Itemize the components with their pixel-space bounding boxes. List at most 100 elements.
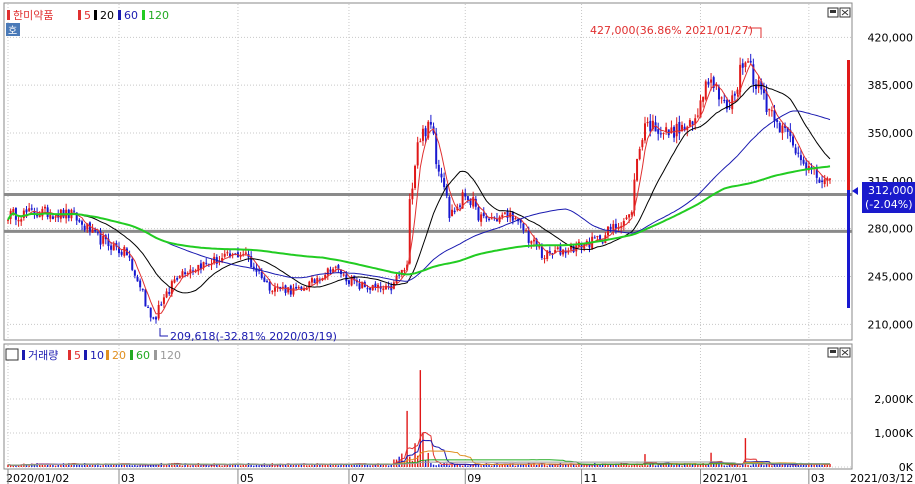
candle-body: [688, 120, 691, 127]
volume-bar: [461, 465, 464, 467]
ma5-label: 5: [84, 9, 91, 22]
vma10-label: 10: [90, 349, 104, 362]
volume-bar: [789, 465, 792, 467]
candle-body: [149, 307, 152, 318]
volume-bar: [739, 465, 741, 467]
volume-bar: [451, 464, 453, 467]
candle-body: [326, 268, 329, 276]
volume-bar: [771, 465, 773, 467]
range-bar-up: [847, 60, 850, 190]
candle-body: [802, 159, 805, 164]
candle-body: [384, 285, 387, 290]
x-tick-label: 05: [240, 472, 254, 484]
volume-bar: [319, 464, 321, 467]
candle-body: [791, 136, 794, 146]
volume-bar: [546, 465, 548, 467]
candle-body: [781, 125, 784, 133]
low-annotation: 209,618(-32.81% 2020/03/19): [170, 330, 337, 343]
range-bar-down: [847, 190, 850, 308]
volume-bar: [9, 465, 12, 467]
candle-body: [638, 149, 641, 160]
volume-bar: [768, 464, 770, 467]
volume-bar: [448, 465, 451, 467]
candle-body: [263, 277, 266, 282]
volume-bar: [86, 464, 88, 467]
volume-bar: [409, 456, 411, 467]
volume-tick-label: 2,000K: [874, 393, 913, 406]
volume-bar: [784, 464, 786, 467]
candle-body: [54, 216, 57, 218]
candle-body: [794, 147, 797, 154]
candle-body: [625, 217, 628, 220]
volume-bar: [710, 452, 712, 467]
stock-chart[interactable]: 420,000385,000350,000315,000280,000245,0…: [0, 0, 915, 484]
volume-bar: [435, 465, 437, 467]
volume-bar: [816, 464, 818, 467]
candle-body: [310, 278, 313, 283]
candle-body: [162, 297, 165, 304]
candle-body: [736, 89, 739, 94]
volume-bar: [705, 464, 707, 467]
candle-body: [139, 280, 142, 288]
candle-body: [73, 210, 76, 212]
candle-body: [102, 235, 105, 244]
volume-bar: [401, 453, 403, 467]
volume-bar: [147, 465, 149, 467]
candle-body: [501, 214, 504, 217]
candle-body: [723, 99, 726, 102]
candle-body: [165, 291, 168, 298]
volume-bar: [268, 465, 271, 467]
volume-bar: [802, 464, 805, 467]
candle-body: [646, 121, 649, 124]
candle-body: [329, 269, 332, 272]
volume-bar: [575, 465, 577, 467]
volume-bar: [189, 465, 192, 467]
candle-body: [266, 280, 269, 282]
candle-body: [543, 258, 546, 260]
high-annotation: 427,000(36.86% 2021/01/27): [590, 24, 753, 37]
candle-body: [382, 288, 385, 291]
volume-bar: [266, 465, 268, 467]
volume-bar: [670, 464, 673, 467]
restore-button-inner: [830, 10, 836, 13]
candle-body: [334, 266, 337, 268]
candle-body: [490, 218, 493, 220]
x-tick-label: 07: [351, 472, 365, 484]
candle-body: [559, 246, 562, 255]
candle-body: [131, 259, 134, 270]
candle-body: [157, 304, 160, 319]
volume-bar: [366, 464, 369, 467]
vma5-swatch: [68, 350, 71, 360]
candle-body: [482, 213, 485, 217]
volume-marker-box[interactable]: [5, 348, 19, 361]
volume-bar: [591, 465, 593, 467]
candle-body: [178, 276, 181, 279]
candle-body: [498, 216, 501, 223]
candle-body: [424, 128, 427, 137]
volume-bar: [747, 465, 749, 467]
candle-body: [522, 223, 525, 231]
volume-bar: [551, 464, 554, 467]
volume-bar: [406, 410, 408, 467]
candle-body: [28, 208, 31, 212]
candle-body: [244, 252, 247, 254]
volume-bar: [131, 465, 133, 467]
volume-bar: [295, 464, 297, 467]
candle-body: [453, 210, 456, 213]
volume-bar: [419, 370, 422, 467]
candle-body: [662, 133, 665, 135]
candle-body: [160, 304, 163, 306]
volume-bar: [583, 465, 585, 467]
price-tick-label: 280,000: [868, 223, 914, 236]
volume-bar: [284, 464, 287, 467]
price-tick-label: 385,000: [868, 79, 914, 92]
volume-bar: [480, 465, 482, 467]
volume-bar: [337, 465, 340, 467]
x-tick-label: 11: [584, 472, 598, 484]
vma120-label: 120: [160, 349, 181, 362]
candle-body: [464, 193, 467, 197]
candle-body: [94, 229, 97, 232]
volume-bar: [258, 465, 260, 467]
candle-body: [741, 63, 744, 68]
volume-bar: [200, 465, 202, 467]
